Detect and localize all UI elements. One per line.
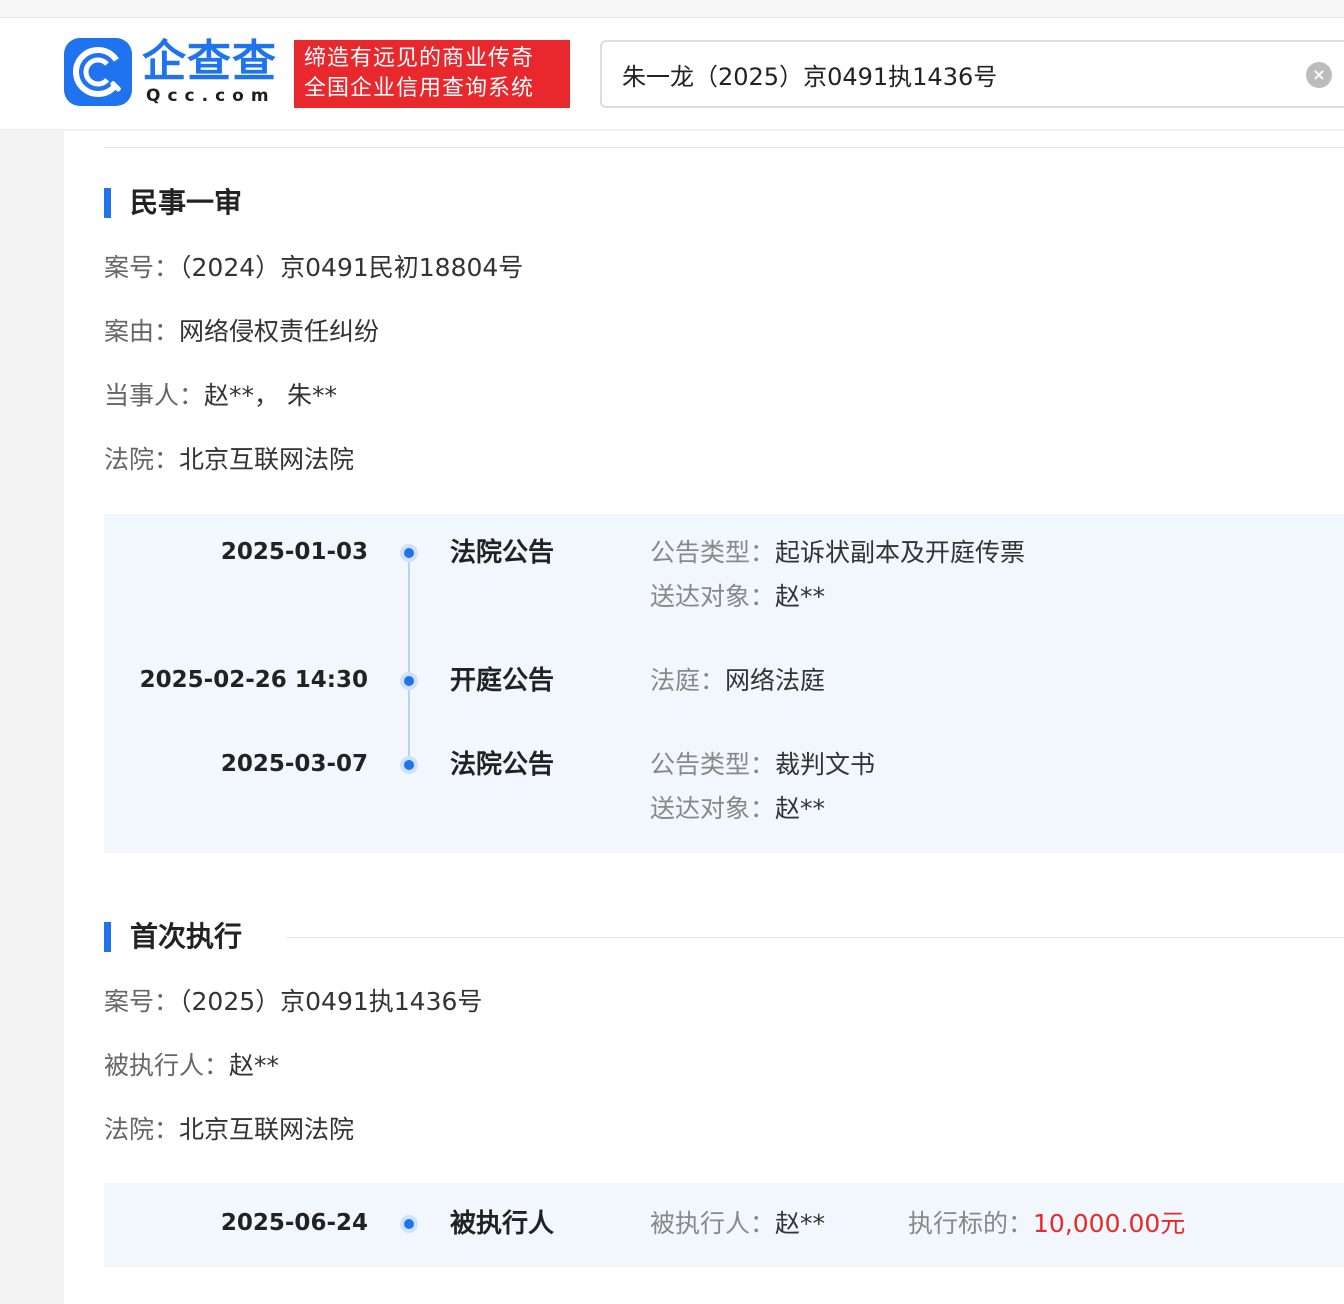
court-field: 法院：北京互联网法院: [104, 444, 354, 476]
section-bar: [104, 922, 111, 952]
timeline-detail: 公告类型：裁判文书: [650, 749, 875, 781]
slogan-line-2: 全国企业信用查询系统: [304, 76, 535, 101]
respondent-label: 被执行人：: [104, 1051, 230, 1080]
timeline-dot: [400, 756, 418, 774]
logo-en: Qcc.com: [146, 86, 276, 106]
first-trial-timeline: 2025-01-03 法院公告 公告类型：起诉状副本及开庭传票 送达对象：赵**…: [104, 514, 1344, 853]
section-bar: [104, 188, 111, 218]
timeline-detail: 法庭：网络法庭: [650, 665, 825, 697]
timeline-detail: 执行标的：10,000.00元: [908, 1208, 1185, 1240]
main-content: 民事一审 案号：（2024）京0491民初18804号 案由：网络侵权责任纠纷 …: [64, 131, 1344, 1304]
respondent-field: 被执行人：赵**: [104, 1050, 279, 1082]
detail-value[interactable]: 赵**: [775, 794, 825, 823]
divider: [286, 937, 1344, 938]
case-no-label: 案号：: [104, 987, 180, 1016]
timeline-detail: 被执行人：赵**: [650, 1208, 825, 1240]
timeline-type[interactable]: 法院公告: [450, 537, 554, 569]
top-strip: [0, 0, 1344, 18]
section-title-execution: 首次执行: [104, 920, 242, 954]
clear-icon[interactable]: ×: [1306, 62, 1332, 88]
divider: [104, 147, 1344, 148]
timeline-date: 2025-06-24: [220, 1210, 368, 1236]
detail-label: 送达对象：: [650, 794, 776, 823]
cause-field: 案由：网络侵权责任纠纷: [104, 316, 379, 348]
timeline-line: [408, 554, 410, 766]
case-no-value[interactable]: （2024）京0491民初18804号: [179, 253, 523, 282]
timeline-date: 2025-03-07: [220, 751, 368, 777]
detail-label: 送达对象：: [650, 582, 776, 611]
court-value[interactable]: 北京互联网法院: [179, 445, 354, 474]
detail-label: 被执行人：: [650, 1209, 776, 1238]
timeline-detail: 送达对象：赵**: [650, 793, 825, 825]
parties-field: 当事人：赵**， 朱**: [104, 380, 337, 412]
timeline-date: 2025-01-03: [220, 539, 368, 565]
section-title-first-trial: 民事一审: [104, 186, 242, 220]
execution-timeline: 2025-06-24 被执行人 被执行人：赵** 执行标的：10,000.00元: [104, 1183, 1344, 1267]
timeline-dot: [400, 1215, 418, 1233]
timeline-type[interactable]: 法院公告: [450, 749, 554, 781]
court-label: 法院：: [104, 1115, 180, 1144]
detail-value: 网络法庭: [725, 666, 826, 695]
detail-label: 公告类型：: [650, 538, 776, 567]
section-title-text: 民事一审: [130, 186, 243, 219]
timeline-dot: [400, 672, 418, 690]
qcc-logo[interactable]: 企查查 Qcc.com: [142, 36, 288, 107]
section-title-text: 首次执行: [130, 920, 243, 953]
detail-value[interactable]: 赵**: [775, 1209, 825, 1238]
slogan-line-1: 缔造有远见的商业传奇: [304, 46, 535, 71]
detail-value[interactable]: 赵**: [775, 582, 825, 611]
court-value[interactable]: 北京互联网法院: [179, 1115, 354, 1144]
court-field: 法院：北京互联网法院: [104, 1114, 354, 1146]
search-box: ×: [600, 40, 1344, 108]
case-no-label: 案号：: [104, 253, 180, 282]
court-label: 法院：: [104, 445, 180, 474]
cause-value: 网络侵权责任纠纷: [179, 317, 380, 346]
detail-value: 裁判文书: [775, 750, 876, 779]
site-header: 企查查 Qcc.com 缔造有远见的商业传奇 全国企业信用查询系统 ×: [0, 18, 1344, 130]
target-amount: 10,000.00元: [1033, 1209, 1186, 1238]
qcc-logo-icon[interactable]: [64, 38, 132, 106]
respondent-value[interactable]: 赵**: [229, 1051, 279, 1080]
timeline-dot: [400, 544, 418, 562]
timeline-date: 2025-02-26 14:30: [139, 667, 368, 693]
slogan-banner: 缔造有远见的商业传奇 全国企业信用查询系统: [294, 40, 570, 108]
cause-label: 案由：: [104, 317, 180, 346]
search-input[interactable]: [622, 42, 1282, 106]
detail-value: 起诉状副本及开庭传票: [775, 538, 1026, 567]
detail-label: 公告类型：: [650, 750, 776, 779]
timeline-type[interactable]: 开庭公告: [450, 665, 554, 697]
detail-label: 法庭：: [650, 666, 726, 695]
case-no-field: 案号：（2025）京0491执1436号: [104, 986, 482, 1018]
case-no-field: 案号：（2024）京0491民初18804号: [104, 252, 523, 284]
logo-cn: 企查查: [142, 36, 277, 87]
parties-value[interactable]: 赵**， 朱**: [204, 381, 337, 410]
case-no-value[interactable]: （2025）京0491执1436号: [179, 987, 482, 1016]
timeline-detail: 送达对象：赵**: [650, 581, 825, 613]
timeline-detail: 公告类型：起诉状副本及开庭传票: [650, 537, 1025, 569]
parties-label: 当事人：: [104, 381, 205, 410]
target-label: 执行标的：: [908, 1209, 1034, 1238]
timeline-type[interactable]: 被执行人: [450, 1208, 554, 1240]
